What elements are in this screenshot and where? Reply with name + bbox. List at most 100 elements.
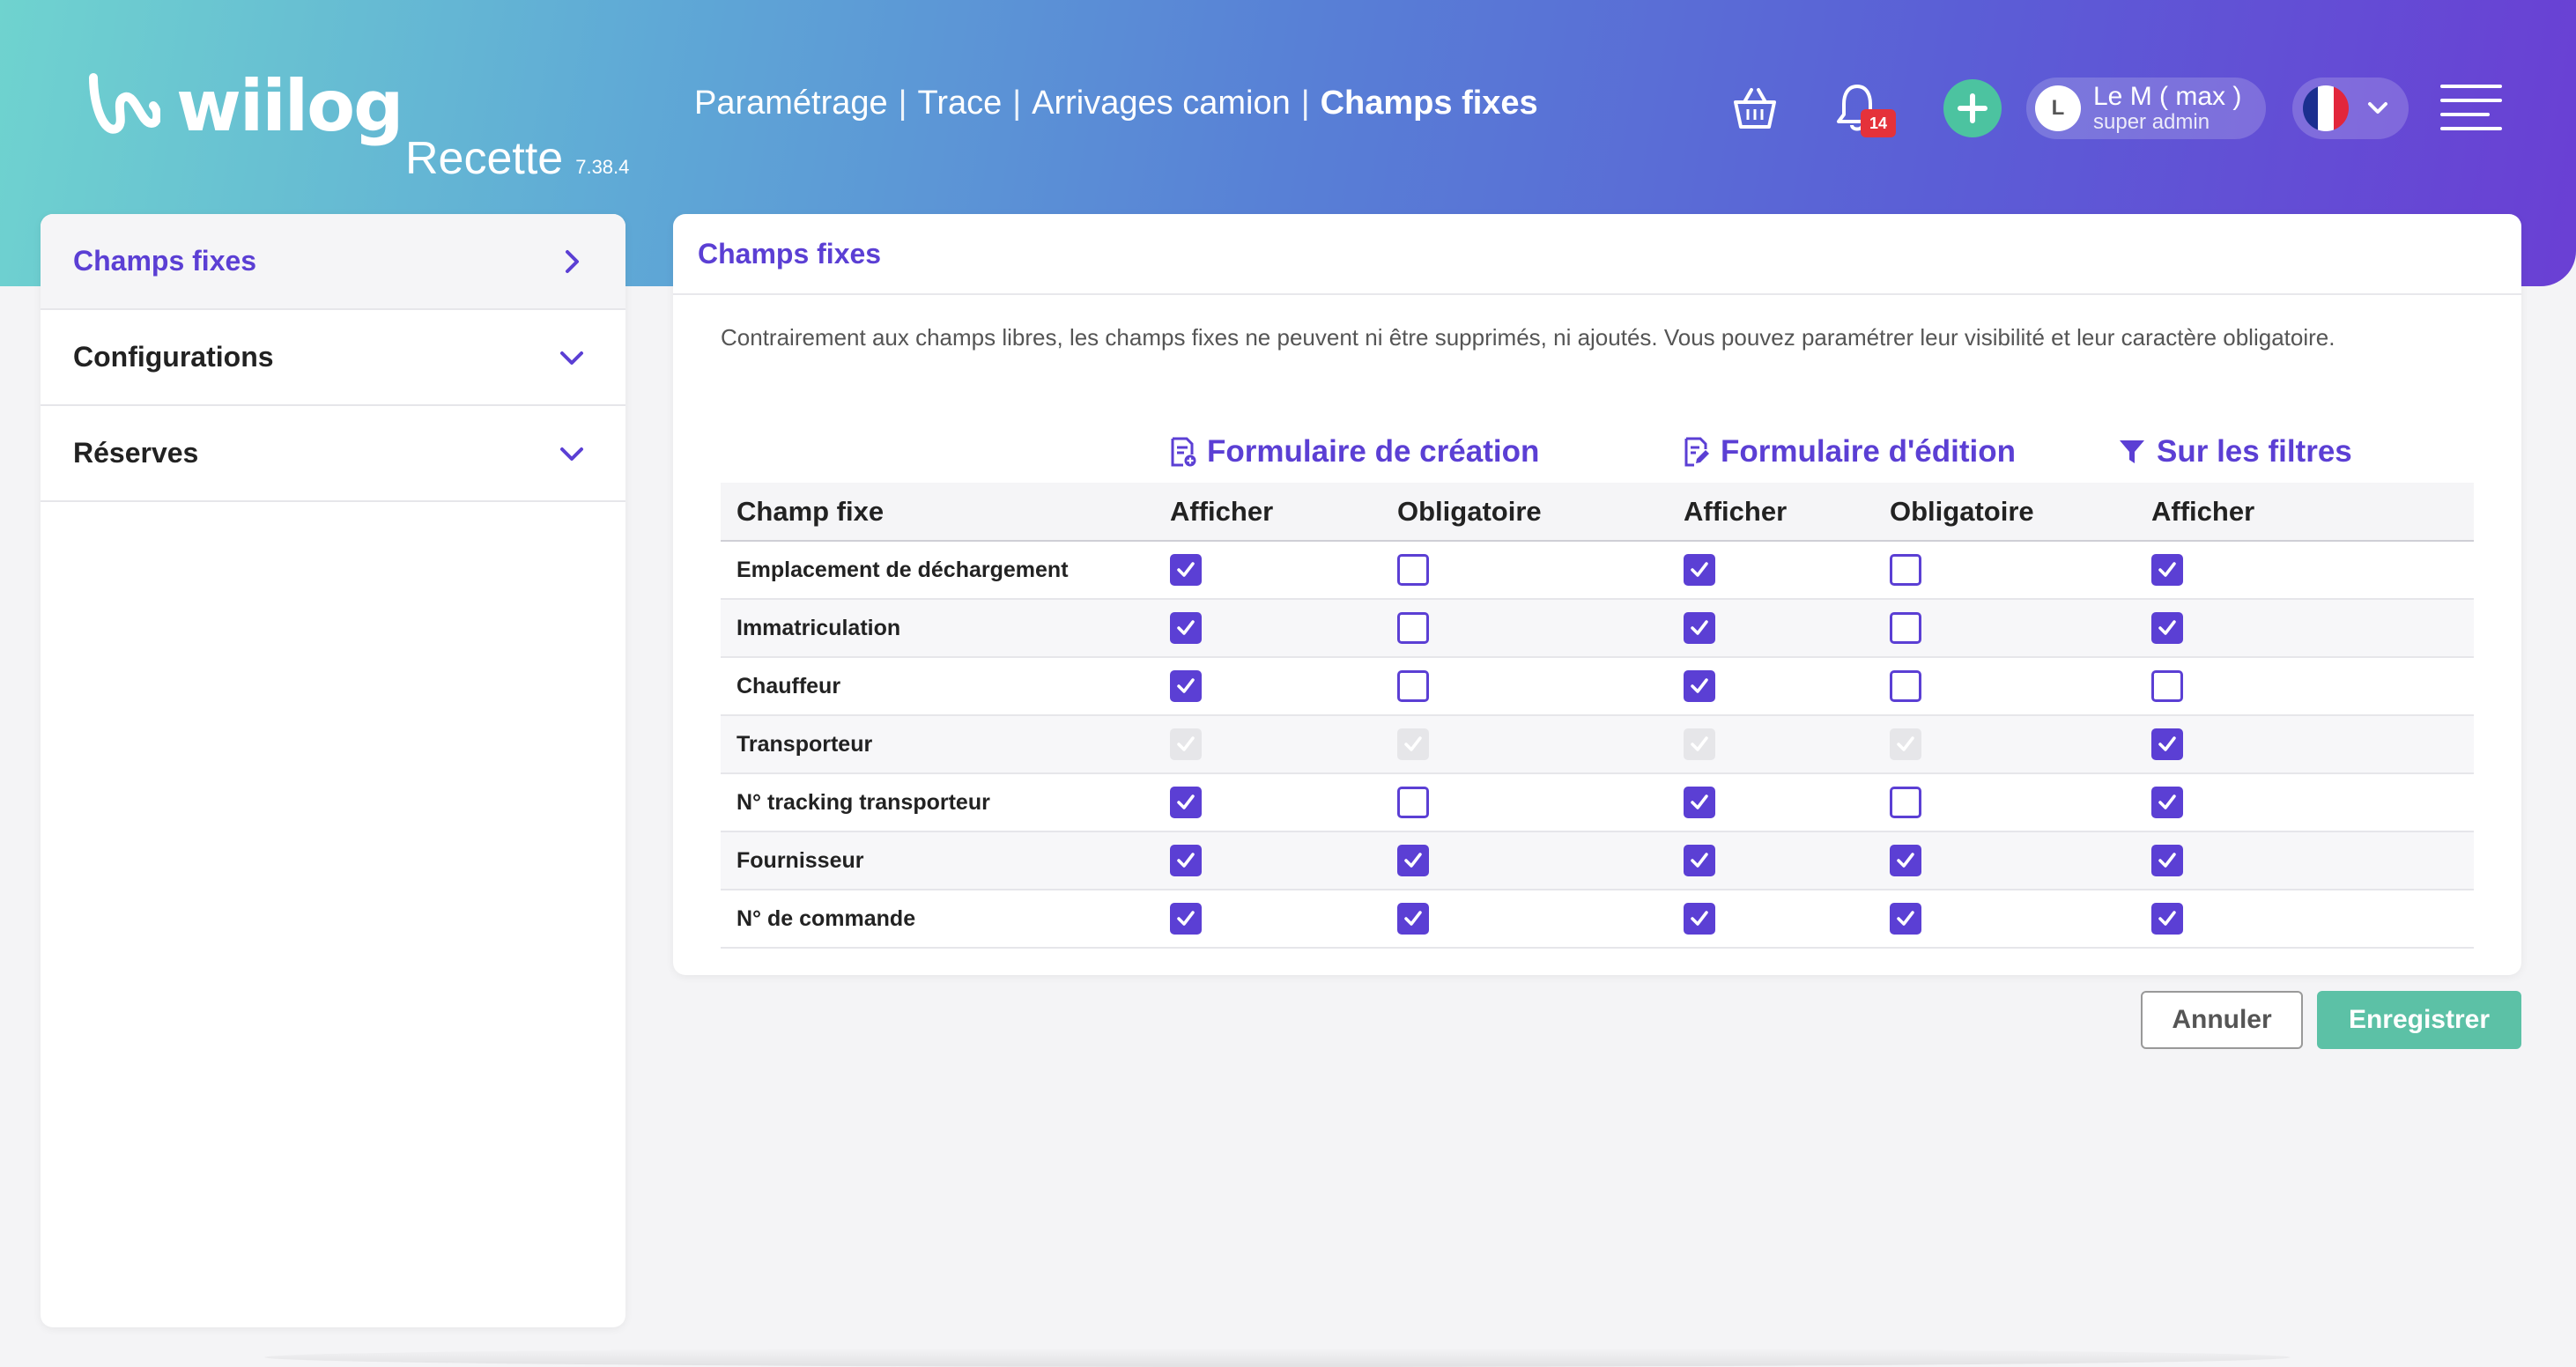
checkbox-creation-afficher (1170, 728, 1202, 760)
checkbox-edition-afficher[interactable] (1684, 670, 1715, 702)
environment-name: Recette (405, 133, 564, 184)
cell-creation-afficher (1154, 773, 1381, 832)
wiilog-logo-icon (89, 73, 160, 134)
cell-filters-afficher (2136, 657, 2474, 716)
cell-creation-obligatoire (1381, 773, 1668, 832)
checkbox-creation-afficher[interactable] (1170, 612, 1202, 644)
logo-text: wiilog (176, 64, 403, 147)
table-row: Emplacement de déchargement (721, 541, 2474, 600)
cell-edition-afficher (1668, 890, 1874, 949)
user-name: Le M ( max ) (2093, 82, 2242, 111)
group-label: Sur les filtres (2157, 434, 2352, 469)
checkbox-edition-obligatoire[interactable] (1890, 787, 1921, 818)
app-logo[interactable]: wiilog (86, 62, 403, 150)
breadcrumb-separator: | (1300, 85, 1310, 122)
checkbox-creation-obligatoire[interactable] (1397, 787, 1429, 818)
sidebar-item-configurations[interactable]: Configurations (41, 310, 625, 406)
checkbox-creation-afficher[interactable] (1170, 554, 1202, 586)
cell-edition-afficher (1668, 831, 1874, 890)
checkbox-edition-afficher[interactable] (1684, 845, 1715, 876)
cancel-button[interactable]: Annuler (2141, 991, 2303, 1049)
cell-edition-obligatoire (1874, 773, 2136, 832)
user-info: Le M ( max ) super admin (2093, 84, 2241, 133)
checkbox-edition-obligatoire[interactable] (1890, 554, 1921, 586)
cell-edition-afficher (1668, 657, 1874, 716)
checkbox-filters-afficher[interactable] (2151, 554, 2183, 586)
table-row: Chauffeur (721, 657, 2474, 716)
table-row: Immatriculation (721, 599, 2474, 658)
cell-creation-afficher (1154, 715, 1381, 774)
column-header-edition-afficher: Afficher (1668, 483, 1874, 542)
cart-button[interactable] (1728, 81, 1781, 134)
checkbox-filters-afficher[interactable] (2151, 670, 2183, 702)
cell-filters-afficher (2136, 831, 2474, 890)
table-row: Fournisseur (721, 831, 2474, 890)
checkbox-edition-obligatoire[interactable] (1890, 903, 1921, 935)
checkbox-creation-obligatoire[interactable] (1397, 670, 1429, 702)
checkbox-filters-afficher[interactable] (2151, 903, 2183, 935)
cell-edition-obligatoire (1874, 890, 2136, 949)
language-selector[interactable] (2292, 78, 2409, 139)
description-text: Contrairement aux champs libres, les cha… (721, 324, 2335, 351)
cell-creation-obligatoire (1381, 599, 1668, 658)
sidebar-item-label: Champs fixes (73, 245, 257, 277)
user-role: super admin (2093, 110, 2210, 134)
user-menu[interactable]: L Le M ( max ) super admin (2026, 78, 2266, 139)
breadcrumb-item[interactable]: Trace (918, 85, 1003, 122)
fixed-fields-table: Champ fixe Afficher Obligatoire Afficher… (721, 483, 2474, 949)
checkbox-edition-afficher[interactable] (1684, 612, 1715, 644)
field-name: Immatriculation (721, 599, 1154, 658)
sidebar-item-champs-fixes[interactable]: Champs fixes (41, 214, 625, 310)
checkbox-edition-obligatoire[interactable] (1890, 612, 1921, 644)
sidebar-item-reserves[interactable]: Réserves (41, 406, 625, 502)
cell-creation-afficher (1154, 599, 1381, 658)
checkbox-creation-afficher[interactable] (1170, 787, 1202, 818)
save-button[interactable]: Enregistrer (2317, 991, 2521, 1049)
checkbox-creation-afficher[interactable] (1170, 903, 1202, 935)
checkbox-edition-afficher[interactable] (1684, 554, 1715, 586)
checkbox-creation-obligatoire[interactable] (1397, 903, 1429, 935)
checkbox-edition-obligatoire[interactable] (1890, 670, 1921, 702)
checkbox-creation-afficher[interactable] (1170, 845, 1202, 876)
chevron-down-icon (560, 351, 583, 365)
checkbox-edition-obligatoire[interactable] (1890, 845, 1921, 876)
checkbox-creation-obligatoire[interactable] (1397, 845, 1429, 876)
cell-edition-afficher (1668, 715, 1874, 774)
cell-filters-afficher (2136, 599, 2474, 658)
main-menu-button[interactable] (2439, 79, 2504, 136)
checkbox-creation-obligatoire[interactable] (1397, 612, 1429, 644)
cell-creation-obligatoire (1381, 831, 1668, 890)
sidebar-item-label: Configurations (73, 341, 274, 373)
column-header-creation-afficher: Afficher (1154, 483, 1381, 542)
checkbox-filters-afficher[interactable] (2151, 728, 2183, 760)
cell-edition-afficher (1668, 773, 1874, 832)
basket-icon (1734, 88, 1776, 129)
cell-creation-afficher (1154, 890, 1381, 949)
hamburger-menu-icon (2440, 85, 2502, 130)
checkbox-creation-obligatoire[interactable] (1397, 554, 1429, 586)
notifications-button[interactable]: 14 (1829, 78, 1896, 139)
checkbox-edition-afficher[interactable] (1684, 903, 1715, 935)
group-label: Formulaire de création (1207, 434, 1540, 469)
cell-edition-afficher (1668, 599, 1874, 658)
breadcrumb-item[interactable]: Arrivages camion (1032, 85, 1291, 122)
chevron-right-icon (566, 249, 579, 273)
checkbox-edition-afficher[interactable] (1684, 787, 1715, 818)
checkbox-filters-afficher[interactable] (2151, 845, 2183, 876)
form-edit-icon (1684, 437, 1709, 467)
cell-edition-obligatoire (1874, 657, 2136, 716)
form-add-icon (1171, 437, 1196, 467)
checkbox-creation-afficher[interactable] (1170, 670, 1202, 702)
quick-add-button[interactable] (1943, 79, 2002, 137)
field-name: Emplacement de déchargement (721, 541, 1154, 600)
cell-creation-afficher (1154, 541, 1381, 600)
checkbox-filters-afficher[interactable] (2151, 612, 2183, 644)
breadcrumb-item[interactable]: Paramétrage (694, 85, 888, 122)
cell-creation-obligatoire (1381, 890, 1668, 949)
checkbox-filters-afficher[interactable] (2151, 787, 2183, 818)
cell-creation-obligatoire (1381, 657, 1668, 716)
group-creation-form: Formulaire de création (1170, 434, 1539, 469)
table-row: N° tracking transporteur (721, 773, 2474, 832)
chevron-down-icon (560, 447, 583, 461)
cell-edition-afficher (1668, 541, 1874, 600)
